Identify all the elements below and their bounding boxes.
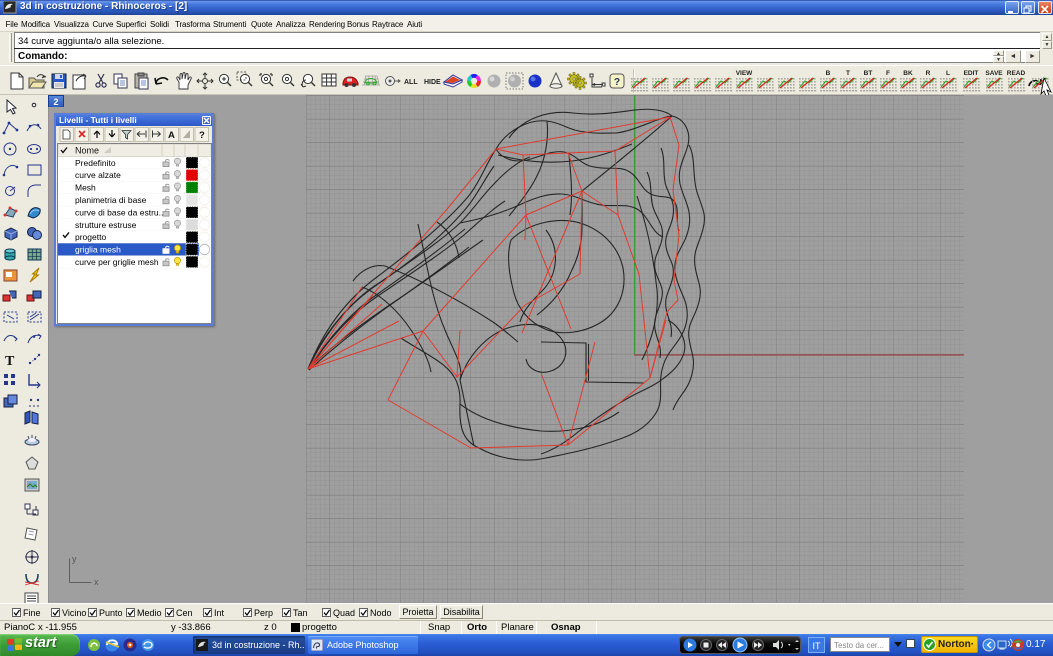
svg-text:strutture estruse: strutture estruse (75, 220, 137, 230)
svg-text:Mesh: Mesh (75, 183, 96, 193)
svg-text:BK: BK (903, 70, 913, 77)
svg-text:griglia mesh: griglia mesh (75, 245, 121, 255)
svg-text:VIEW: VIEW (736, 70, 753, 77)
svg-text:?: ? (614, 77, 620, 88)
svg-text:Nome: Nome (75, 146, 99, 156)
svg-text:B: B (826, 70, 831, 77)
svg-text:T: T (846, 70, 850, 77)
svg-text:BT: BT (864, 70, 873, 77)
svg-text:T: T (5, 354, 15, 369)
svg-text:SAVE: SAVE (985, 70, 1003, 77)
svg-text:curve di base da estru...: curve di base da estru... (75, 207, 166, 217)
svg-text:curve alzate: curve alzate (75, 170, 121, 180)
svg-text:progetto: progetto (75, 232, 106, 242)
svg-text:HIDE: HIDE (424, 79, 441, 86)
svg-text:EDIT: EDIT (964, 70, 979, 77)
svg-text:L: L (946, 70, 950, 77)
svg-text:READ: READ (1007, 70, 1026, 77)
svg-text:R: R (926, 70, 931, 77)
svg-text:y: y (72, 554, 77, 564)
svg-text:Predefinito: Predefinito (75, 158, 116, 168)
svg-text:ALL: ALL (404, 79, 418, 86)
svg-text:?: ? (199, 130, 205, 141)
svg-text:curve per griglie mesh: curve per griglie mesh (75, 257, 159, 267)
svg-text:F: F (886, 70, 890, 77)
svg-text:x: x (94, 577, 99, 587)
svg-text:A: A (168, 130, 175, 141)
svg-text:planimetria di base: planimetria di base (75, 195, 147, 205)
